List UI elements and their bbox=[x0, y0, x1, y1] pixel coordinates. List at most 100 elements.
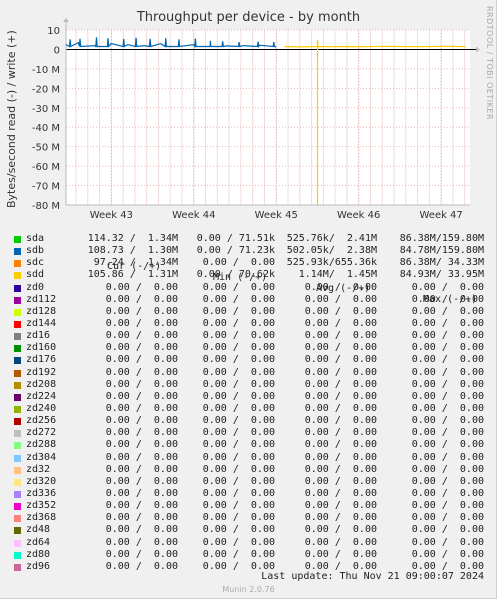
legend-name: zd192 bbox=[26, 366, 57, 378]
legend-cur: 97.24 / 1.34M bbox=[87, 257, 178, 269]
throughput-chart: 10 0 -10 M -20 M -30 M -40 M -50 M -60 M -70 M -8… bbox=[32, 18, 480, 221]
legend-row: zd32 0.00 / 0.00 0.00 / 0.00 0.00 / 0.00 … bbox=[0, 464, 497, 476]
legend-name: zd224 bbox=[26, 390, 57, 402]
legend-cur: 0.00 / 0.00 bbox=[93, 536, 178, 548]
legend-min: 0.00 / 0.00 bbox=[202, 524, 275, 536]
legend-swatch bbox=[14, 248, 21, 256]
legend-avg: 0.00 / 0.00 bbox=[292, 281, 377, 293]
legend-row: sda 114.32 / 1.34M 0.00 / 71.51k 525.76k/ 2… bbox=[0, 233, 497, 245]
legend-swatch bbox=[14, 308, 21, 316]
legend-avg: 0.00 / 0.00 bbox=[292, 451, 377, 463]
legend-avg: 0.00 / 0.00 bbox=[292, 524, 377, 536]
legend-cur: 0.00 / 0.00 bbox=[93, 415, 178, 427]
x-tick-label: Week 45 bbox=[255, 210, 298, 221]
legend-cur: 0.00 / 0.00 bbox=[93, 390, 178, 402]
legend-max: 0.00 / 0.00 bbox=[399, 305, 484, 317]
legend-avg: 0.00 / 0.00 bbox=[292, 330, 377, 342]
legend-avg: 1.14M/ 1.45M bbox=[286, 269, 377, 281]
legend-name: zd368 bbox=[26, 512, 57, 524]
legend-max: 84.78M/159.80M bbox=[399, 245, 484, 257]
legend-name: zd112 bbox=[26, 293, 57, 305]
legend-swatch bbox=[14, 333, 21, 341]
legend-max: 0.00 / 0.00 bbox=[399, 536, 484, 548]
legend-min: 0.00 / 71.51k bbox=[196, 233, 275, 244]
legend-cur: 0.00 / 0.00 bbox=[93, 342, 178, 354]
legend-row: zd320 0.00 / 0.00 0.00 / 0.00 0.00 / 0.00… bbox=[0, 476, 497, 488]
legend-row: zd112 0.00 / 0.00 0.00 / 0.00 0.00 / 0.00… bbox=[0, 294, 497, 306]
y-tick-label: -10 M bbox=[32, 65, 60, 76]
legend-cur: 0.00 / 0.00 bbox=[93, 451, 178, 463]
legend-avg: 0.00 / 0.00 bbox=[292, 427, 377, 439]
legend-min: 0.00 / 0.00 bbox=[202, 463, 275, 475]
legend-swatch bbox=[14, 515, 21, 523]
legend-row: zd208 0.00 / 0.00 0.00 / 0.00 0.00 / 0.00… bbox=[0, 379, 497, 391]
legend-cur: 0.00 / 0.00 bbox=[93, 548, 178, 560]
legend-max: 0.00 / 0.00 bbox=[399, 475, 484, 487]
legend-swatch bbox=[14, 418, 21, 426]
x-tick-label: Week 44 bbox=[172, 210, 215, 221]
legend-min: 0.00 / 0.00 bbox=[202, 390, 275, 402]
y-tick-label: -70 M bbox=[32, 182, 60, 193]
legend-cur: 0.00 / 0.00 bbox=[93, 500, 178, 512]
legend-min: 0.00 / 0.00 bbox=[202, 317, 275, 329]
legend-avg: 0.00 / 0.00 bbox=[292, 354, 377, 366]
legend-min: 0.00 / 0.00 bbox=[202, 305, 275, 317]
legend-name: sdc bbox=[26, 257, 45, 269]
legend-avg: 0.00 / 0.00 bbox=[292, 487, 377, 499]
legend-row: zd256 0.00 / 0.00 0.00 / 0.00 0.00 / 0.00… bbox=[0, 415, 497, 427]
legend-row: sdb 108.73 / 1.30M 0.00 / 71.23k 502.05k/ 2… bbox=[0, 245, 497, 257]
legend-swatch bbox=[14, 381, 21, 389]
legend-name: zd0 bbox=[26, 281, 45, 293]
legend-max: 0.00 / 0.00 bbox=[399, 402, 484, 414]
legend-cur: 0.00 / 0.00 bbox=[93, 281, 178, 293]
legend-min: 0.00 / 0.00 bbox=[202, 342, 275, 354]
x-tick-label: Week 43 bbox=[90, 210, 133, 221]
y-tick-label: -40 M bbox=[32, 123, 60, 134]
legend-avg: 0.00 / 0.00 bbox=[292, 475, 377, 487]
legend-avg: 0.00 / 0.00 bbox=[292, 463, 377, 475]
legend-swatch bbox=[14, 296, 21, 304]
legend-max: 0.00 / 0.00 bbox=[399, 427, 484, 439]
y-tick-label: 10 bbox=[47, 26, 60, 37]
legend-swatch bbox=[14, 369, 21, 377]
legend-max: 0.00 / 0.00 bbox=[399, 487, 484, 499]
legend-min: 0.00 / 0.00 bbox=[202, 415, 275, 427]
legend-min: 0.00 / 0.00 bbox=[202, 366, 275, 378]
legend-name: zd176 bbox=[26, 354, 57, 366]
legend-cur: 0.00 / 0.00 bbox=[93, 378, 178, 390]
legend-row: zd48 0.00 / 0.00 0.00 / 0.00 0.00 / 0.00 … bbox=[0, 524, 497, 536]
legend-row: zd240 0.00 / 0.00 0.00 / 0.00 0.00 / 0.00… bbox=[0, 403, 497, 415]
legend-cur: 0.00 / 0.00 bbox=[93, 402, 178, 414]
legend-max: 0.00 / 0.00 bbox=[399, 330, 484, 342]
legend-min: 0.00 / 0.00 bbox=[202, 378, 275, 390]
legend-avg: 0.00 / 0.00 bbox=[292, 378, 377, 390]
legend-avg: 0.00 / 0.00 bbox=[292, 402, 377, 414]
legend-avg: 0.00 / 0.00 bbox=[292, 548, 377, 560]
legend-max: 0.00 / 0.00 bbox=[399, 281, 484, 293]
legend-row: zd64 0.00 / 0.00 0.00 / 0.00 0.00 / 0.00 … bbox=[0, 537, 497, 549]
legend-max: 0.00 / 0.00 bbox=[399, 451, 484, 463]
legend-cur: 0.00 / 0.00 bbox=[93, 463, 178, 475]
x-tick-label: Week 47 bbox=[419, 210, 462, 221]
legend-cur: 0.00 / 0.00 bbox=[93, 524, 178, 536]
legend-row: zd272 0.00 / 0.00 0.00 / 0.00 0.00 / 0.00… bbox=[0, 427, 497, 439]
legend-max: 0.00 / 0.00 bbox=[399, 293, 484, 305]
legend-name: zd352 bbox=[26, 500, 57, 512]
legend-name: zd48 bbox=[26, 524, 51, 536]
legend-row: zd288 0.00 / 0.00 0.00 / 0.00 0.00 / 0.00… bbox=[0, 439, 497, 451]
legend-min: 0.00 / 0.00 bbox=[202, 330, 275, 342]
legend-cur: 0.00 / 0.00 bbox=[93, 439, 178, 451]
legend-cur: 0.00 / 0.00 bbox=[93, 354, 178, 366]
legend-max: 0.00 / 0.00 bbox=[399, 415, 484, 427]
legend-cur: 0.00 / 0.00 bbox=[93, 330, 178, 342]
legend-name: zd304 bbox=[26, 451, 57, 463]
legend-avg: 525.93k/655.36k bbox=[286, 257, 377, 269]
legend-max: 0.00 / 0.00 bbox=[399, 390, 484, 402]
legend-swatch bbox=[14, 503, 21, 511]
legend-max: 0.00 / 0.00 bbox=[399, 366, 484, 378]
legend-max: 84.93M/ 33.95M bbox=[399, 269, 484, 281]
legend-min: 0.00 / 0.00 bbox=[202, 475, 275, 487]
legend-avg: 0.00 / 0.00 bbox=[292, 439, 377, 451]
legend-row: zd192 0.00 / 0.00 0.00 / 0.00 0.00 / 0.00… bbox=[0, 367, 497, 379]
legend-max: 0.00 / 0.00 bbox=[399, 548, 484, 560]
